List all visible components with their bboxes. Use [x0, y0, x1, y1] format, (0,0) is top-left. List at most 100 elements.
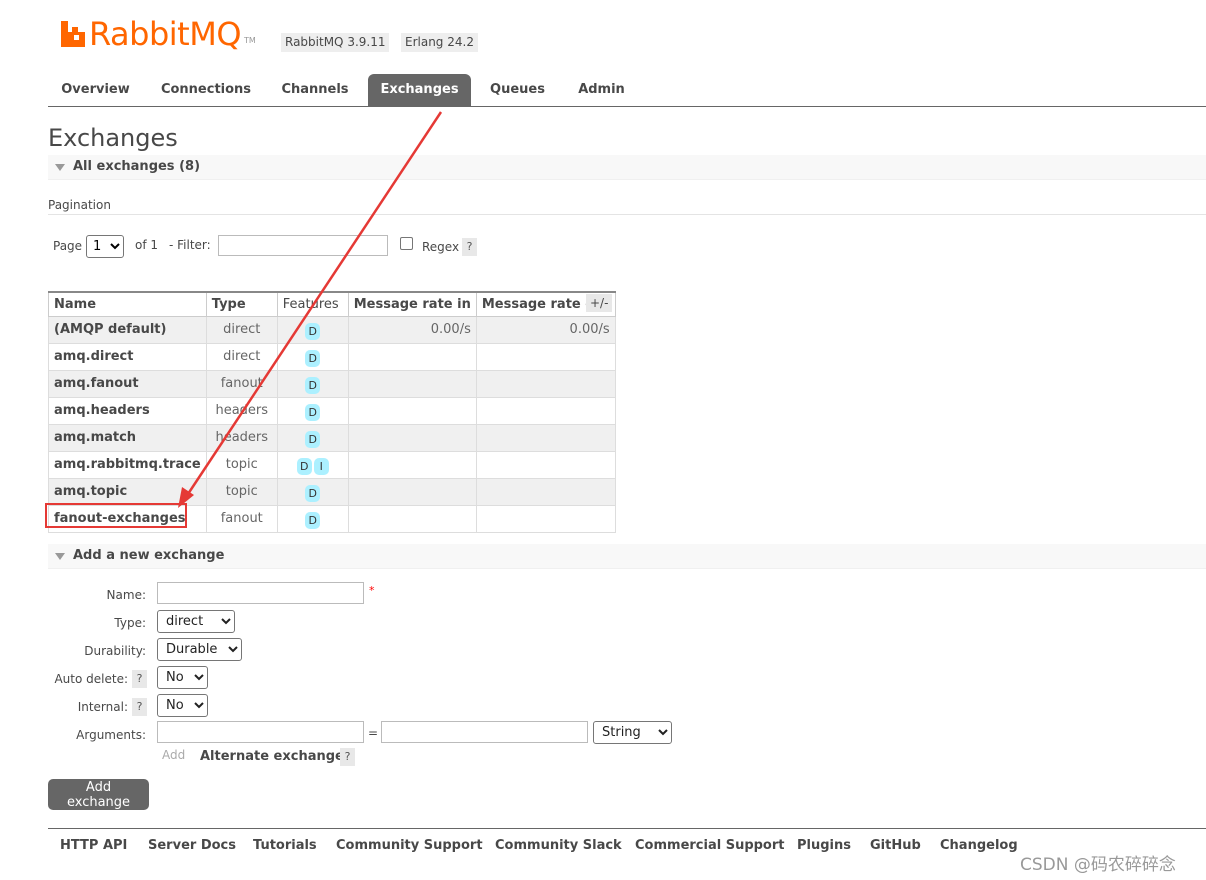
page-count-label: of 1 [135, 238, 159, 252]
internal-badge: I [313, 458, 329, 475]
exchanges-table: Name Type Features Message rate in Messa… [48, 291, 616, 533]
name-label: Name: [106, 588, 146, 602]
auto-delete-select[interactable]: No [157, 666, 208, 689]
rate-out [475, 477, 616, 506]
exchange-name-link[interactable]: amq.rabbitmq.trace [48, 450, 207, 479]
tab-admin[interactable]: Admin [565, 74, 638, 106]
add-exchange-heading: Add a new exchange [73, 548, 225, 563]
footer-link-server-docs[interactable]: Server Docs [148, 838, 236, 853]
all-exchanges-heading: All exchanges (8) [73, 159, 201, 174]
footer-link-plugins[interactable]: Plugins [797, 838, 851, 853]
exchange-type: headers [205, 396, 278, 425]
tab-overview[interactable]: Overview [48, 74, 143, 106]
footer-link-commercial-support[interactable]: Commercial Support [635, 838, 785, 853]
exchange-name-link[interactable]: (AMQP default) [48, 315, 207, 344]
tab-queues[interactable]: Queues [480, 74, 555, 106]
rate-in [347, 369, 477, 398]
column-header-type[interactable]: Type [205, 291, 278, 317]
exchange-type: direct [205, 342, 278, 371]
rate-in: 0.00/s [347, 315, 477, 344]
exchange-features: D [276, 423, 349, 452]
rate-out [475, 369, 616, 398]
argument-value-input[interactable] [381, 721, 588, 743]
tab-connections[interactable]: Connections [151, 74, 261, 106]
rabbitmq-logo[interactable]: RabbitMQ TM [59, 15, 256, 51]
durability-select[interactable]: Durable [157, 638, 242, 661]
exchange-features: D [276, 369, 349, 398]
argument-type-select[interactable]: String [593, 721, 672, 744]
tab-exchanges[interactable]: Exchanges [368, 74, 471, 106]
rate-out [475, 450, 616, 479]
exchange-name-link[interactable]: amq.match [48, 423, 207, 452]
page-label: Page [53, 239, 83, 253]
footer-link-tutorials[interactable]: Tutorials [253, 838, 317, 853]
collapse-triangle-icon [55, 553, 65, 560]
rate-in [347, 396, 477, 425]
exchange-features: D [276, 315, 349, 344]
rate-out: 0.00/s [475, 315, 616, 344]
table-row: fanout-exchanges fanout D [48, 504, 616, 533]
exchange-name-input[interactable] [157, 582, 364, 604]
rabbitmq-logo-icon [61, 21, 85, 47]
table-row: amq.rabbitmq.trace topic DI [48, 450, 616, 479]
internal-label: Internal: [77, 700, 128, 714]
internal-select[interactable]: No [157, 694, 208, 717]
durable-badge: D [305, 350, 321, 367]
exchange-name-link[interactable]: amq.topic [48, 477, 207, 506]
add-exchange-button[interactable]: Add exchange [48, 779, 149, 810]
footer-link-changelog[interactable]: Changelog [940, 838, 1018, 853]
exchange-type: fanout [205, 369, 278, 398]
footer-link-github[interactable]: GitHub [870, 838, 921, 853]
exchange-type: direct [205, 315, 278, 344]
rate-out [475, 342, 616, 371]
exchange-type-select[interactable]: direct [157, 610, 235, 633]
durable-badge: D [305, 404, 321, 421]
csdn-watermark: CSDN @码农碎碎念 [1020, 855, 1176, 875]
logo-text: RabbitMQ [89, 15, 242, 53]
filter-input[interactable] [218, 235, 388, 256]
arguments-label: Arguments: [76, 728, 146, 742]
durable-badge: D [296, 458, 312, 475]
column-toggle-button[interactable]: +/- [586, 294, 613, 312]
regex-help-button[interactable]: ? [462, 238, 477, 256]
exchange-name-link[interactable]: amq.direct [48, 342, 207, 371]
exchange-name-link[interactable]: fanout-exchanges [48, 504, 207, 533]
add-argument-link[interactable]: Add [162, 748, 185, 762]
table-row: amq.topic topic D [48, 477, 616, 506]
add-exchange-toggle[interactable]: Add a new exchange [48, 544, 1206, 569]
tab-channels[interactable]: Channels [270, 74, 360, 106]
alternate-exchange-help-button[interactable]: ? [340, 748, 355, 766]
column-header-name[interactable]: Name [48, 291, 207, 317]
equals-sign: = [368, 726, 379, 740]
auto-delete-label: Auto delete: [54, 672, 128, 686]
table-row: (AMQP default) direct D 0.00/s 0.00/s [48, 315, 616, 344]
internal-help-button[interactable]: ? [132, 698, 147, 716]
page-select[interactable]: 1 [86, 235, 124, 258]
rabbitmq-version-badge: RabbitMQ 3.9.11 [281, 33, 390, 52]
regex-checkbox[interactable] [400, 237, 413, 250]
footer-link-http-api[interactable]: HTTP API [60, 838, 127, 853]
table-row: amq.fanout fanout D [48, 369, 616, 398]
exchange-type: headers [205, 423, 278, 452]
all-exchanges-toggle[interactable]: All exchanges (8) [48, 155, 1206, 180]
footer-link-community-slack[interactable]: Community Slack [495, 838, 622, 853]
argument-key-input[interactable] [157, 721, 364, 743]
alternate-exchange-link[interactable]: Alternate exchange [200, 749, 344, 764]
logo-trademark: TM [244, 36, 256, 45]
required-marker: * [369, 584, 375, 597]
column-header-rate-in[interactable]: Message rate in [347, 291, 477, 317]
pagination-heading: Pagination [48, 198, 111, 212]
exchange-name-link[interactable]: amq.fanout [48, 369, 207, 398]
durable-badge: D [305, 377, 321, 394]
regex-label: Regex [422, 240, 460, 254]
exchange-features: DI [276, 450, 349, 479]
auto-delete-help-button[interactable]: ? [132, 670, 147, 688]
durable-badge: D [305, 431, 321, 448]
footer-link-community-support[interactable]: Community Support [336, 838, 483, 853]
exchange-features: D [276, 504, 349, 533]
table-header-row: Name Type Features Message rate in Messa… [48, 291, 616, 317]
exchange-name-link[interactable]: amq.headers [48, 396, 207, 425]
rate-in [347, 423, 477, 452]
type-label: Type: [114, 616, 146, 630]
durable-badge: D [305, 485, 321, 502]
